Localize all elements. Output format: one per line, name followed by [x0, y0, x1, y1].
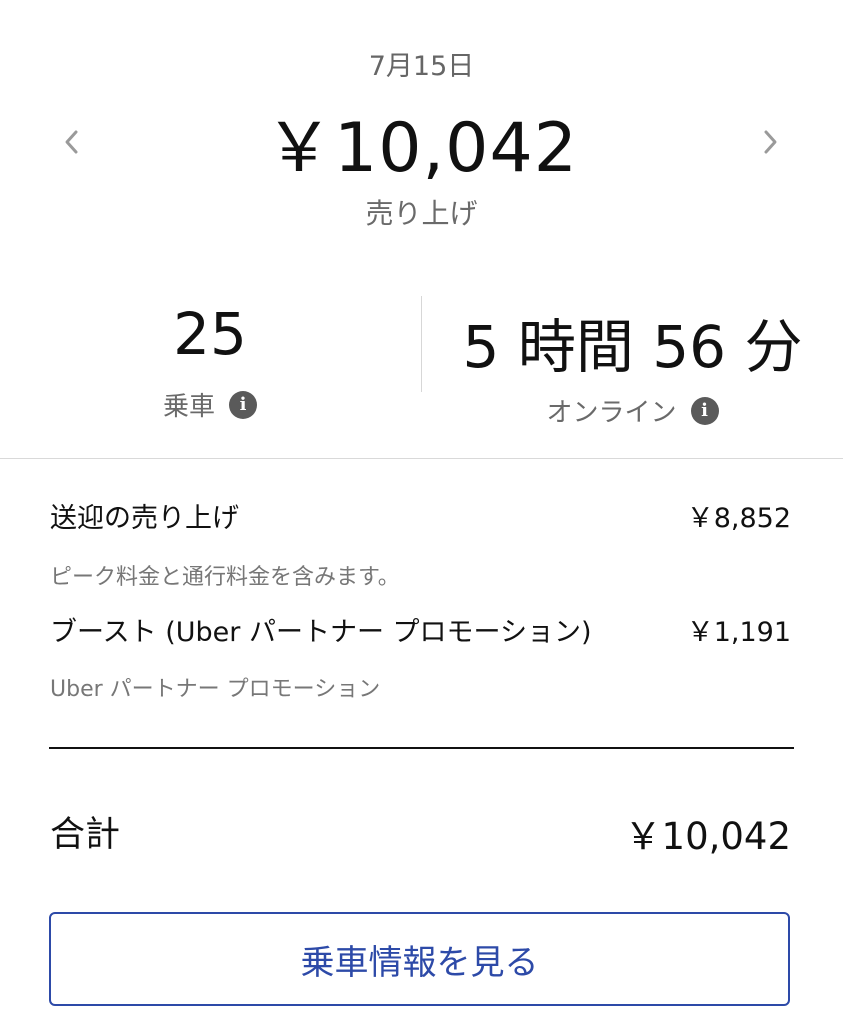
boost-value: ￥1,191	[686, 617, 791, 648]
total-value: ￥10,042	[624, 815, 791, 858]
next-day-button[interactable]	[740, 112, 800, 172]
earnings-amount: ￥10,042	[265, 109, 578, 188]
fare-earnings-note: ピーク料金と通行料金を含みます。	[50, 565, 400, 590]
online-label: オンライン	[546, 398, 677, 428]
earnings-label: 売り上げ	[365, 197, 478, 230]
info-icon[interactable]: i	[690, 396, 719, 425]
total-divider	[49, 747, 794, 749]
fare-earnings-label: 送迎の売り上げ	[50, 503, 239, 534]
online-label-row: オンライン i	[422, 392, 843, 429]
trips-label-row: 乗車 i	[0, 386, 420, 423]
trips-count: 25	[173, 300, 247, 368]
view-trips-button[interactable]: 乗車情報を見る	[49, 912, 790, 1006]
date-label: 7月15日	[368, 51, 475, 82]
section-divider	[0, 458, 843, 459]
boost-label: ブースト (Uber パートナー プロモーション)	[50, 617, 592, 648]
fare-earnings-value: ￥8,852	[686, 503, 791, 534]
chevron-right-icon	[764, 130, 777, 154]
info-icon[interactable]: i	[229, 390, 257, 419]
boost-note: Uber パートナー プロモーション	[50, 677, 381, 702]
total-label: 合計	[50, 815, 121, 855]
trips-label: 乗車	[162, 392, 215, 422]
online-time: 5 時間 56 分	[462, 313, 803, 381]
